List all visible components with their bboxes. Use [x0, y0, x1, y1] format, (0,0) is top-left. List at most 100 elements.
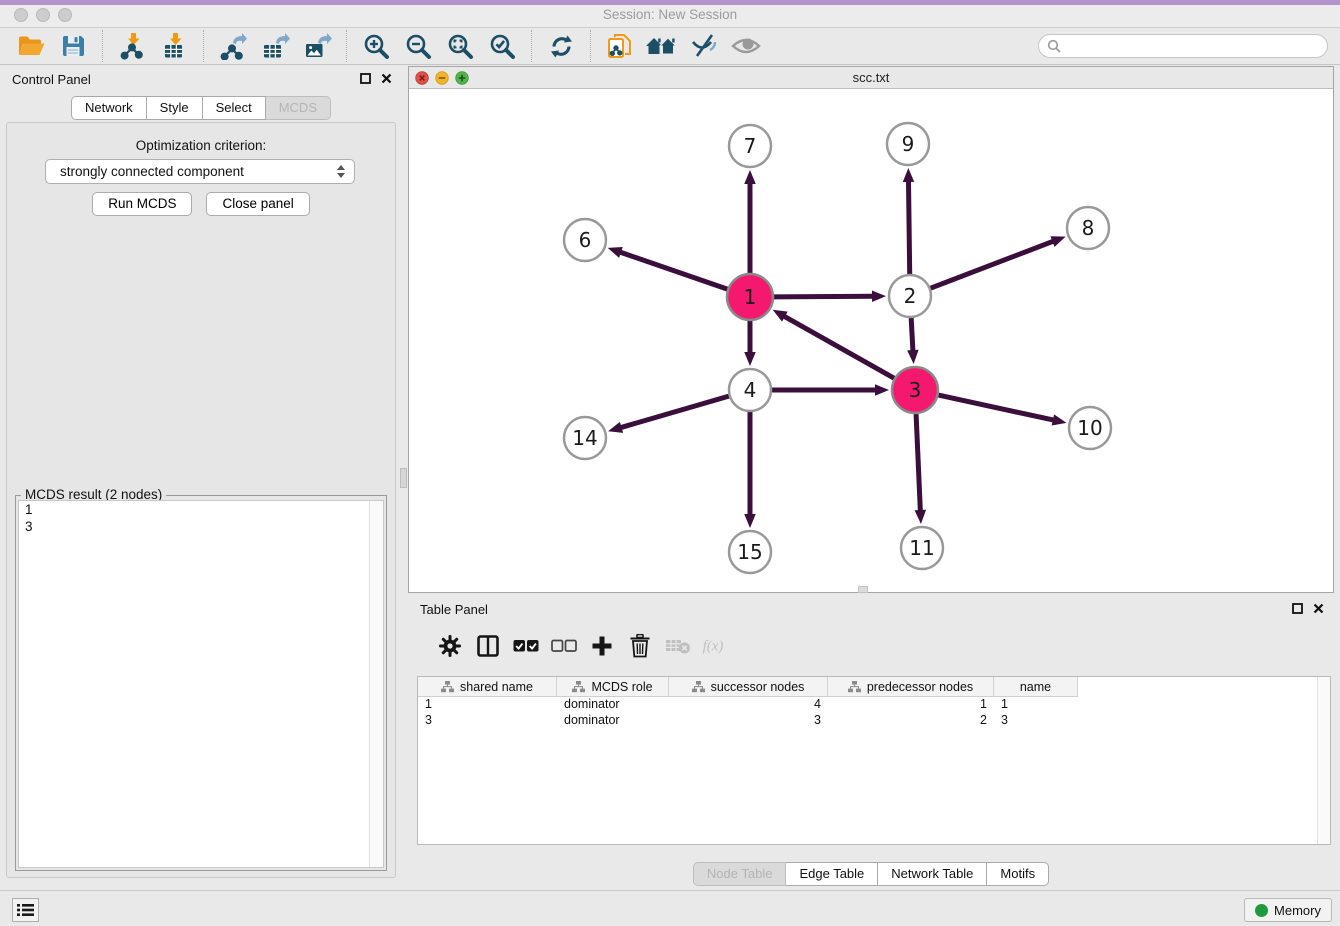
- open-session-icon[interactable]: [14, 30, 48, 62]
- network-window-titlebar[interactable]: scc.txt: [409, 67, 1333, 89]
- graph-node-label: 4: [744, 378, 757, 402]
- graph-node-label: 11: [909, 536, 934, 560]
- export-image-icon[interactable]: [300, 30, 334, 62]
- cb-checked-icon[interactable]: [511, 631, 541, 661]
- node-table[interactable]: shared nameMCDS rolesuccessor nodesprede…: [417, 676, 1331, 845]
- tab-select[interactable]: Select: [203, 96, 266, 120]
- table-row[interactable]: 1dominator411: [418, 697, 1330, 713]
- mcds-result-list[interactable]: 13: [18, 500, 384, 868]
- result-item[interactable]: 1: [19, 501, 383, 518]
- close-panel-icon[interactable]: [381, 73, 392, 84]
- table-cell[interactable]: 1: [994, 697, 1078, 713]
- table-panel: Table Panel f(x) shared nameMCDS rolesuc…: [408, 596, 1334, 888]
- status-bar: Memory: [0, 890, 1340, 926]
- float-panel-icon[interactable]: [360, 73, 371, 84]
- table-toolbar: f(x): [417, 626, 1331, 666]
- tab-network[interactable]: Network: [71, 96, 147, 120]
- run-mcds-button[interactable]: Run MCDS: [92, 192, 192, 216]
- search-input[interactable]: [1066, 39, 1327, 54]
- dropdown-stepper-icon: [336, 164, 346, 179]
- import-table-icon[interactable]: [157, 30, 191, 62]
- close-panel-button[interactable]: Close panel: [206, 192, 309, 216]
- graph-edge-1-2[interactable]: [774, 296, 874, 297]
- search-field[interactable]: [1038, 34, 1328, 58]
- table-float-panel-icon[interactable]: [1292, 603, 1303, 614]
- horizontal-resize-grip[interactable]: [858, 586, 868, 593]
- optimization-criterion-label: Optimization criterion:: [7, 138, 395, 153]
- table-scrollbar[interactable]: [1317, 677, 1330, 844]
- tab-node-table[interactable]: Node Table: [693, 862, 787, 886]
- table-cell[interactable]: 2: [828, 713, 994, 729]
- toolbar-separator: [346, 30, 347, 62]
- edge-arrowhead-icon: [744, 514, 756, 528]
- save-session-icon[interactable]: [56, 30, 90, 62]
- network-window-title: scc.txt: [409, 70, 1333, 85]
- graph-edge-3-10[interactable]: [938, 395, 1054, 420]
- trash-icon[interactable]: [625, 631, 655, 661]
- column-header-MCDS-role[interactable]: MCDS role: [557, 677, 669, 697]
- table-cell[interactable]: dominator: [557, 713, 669, 729]
- memory-label: Memory: [1274, 903, 1321, 918]
- gear-icon[interactable]: [435, 631, 465, 661]
- export-network-icon[interactable]: [216, 30, 250, 62]
- tab-mcds[interactable]: MCDS: [266, 96, 331, 120]
- graph-edge-3-1[interactable]: [783, 316, 894, 379]
- graph-edge-4-14[interactable]: [620, 396, 729, 428]
- edge-arrowhead-icon: [875, 384, 889, 396]
- home-neighborhood-icon[interactable]: [645, 30, 679, 62]
- tab-edge-table[interactable]: Edge Table: [786, 862, 878, 886]
- result-scrollbar[interactable]: [369, 501, 383, 867]
- zoom-fit-icon[interactable]: [443, 30, 477, 62]
- split-divider-grip[interactable]: [400, 468, 407, 488]
- column-header-successor-nodes[interactable]: successor nodes: [669, 677, 828, 697]
- network-canvas[interactable]: 7968124314101511: [409, 89, 1333, 592]
- graph-node-label: 6: [579, 228, 592, 252]
- table-cell[interactable]: dominator: [557, 697, 669, 713]
- column-header-name[interactable]: name: [994, 677, 1078, 697]
- window-title: Session: New Session: [0, 7, 1340, 22]
- table-cell[interactable]: 4: [669, 697, 828, 713]
- edge-arrowhead-icon: [872, 290, 886, 301]
- control-panel-header: Control Panel: [0, 66, 402, 94]
- zoom-out-icon[interactable]: [401, 30, 435, 62]
- refresh-layout-icon[interactable]: [544, 30, 578, 62]
- table-row[interactable]: 3dominator323: [418, 713, 1330, 729]
- tab-style[interactable]: Style: [147, 96, 203, 120]
- table-close-panel-icon[interactable]: [1313, 603, 1324, 614]
- cb-unchecked-icon[interactable]: [549, 631, 579, 661]
- result-item[interactable]: 3: [19, 518, 383, 535]
- column-header-predecessor-nodes[interactable]: predecessor nodes: [828, 677, 994, 697]
- hide-graphics-icon[interactable]: [687, 30, 721, 62]
- graph-edge-2-8[interactable]: [931, 241, 1055, 288]
- graph-edge-3-11[interactable]: [916, 414, 920, 512]
- zoom-in-icon[interactable]: [359, 30, 393, 62]
- task-history-button[interactable]: [12, 898, 39, 922]
- zoom-selected-icon[interactable]: [485, 30, 519, 62]
- graph-edge-2-9[interactable]: [908, 180, 909, 274]
- graph-node-label: 10: [1077, 416, 1102, 440]
- edge-arrowhead-icon: [915, 510, 926, 524]
- graph-node-label: 8: [1082, 216, 1095, 240]
- table-cell[interactable]: 3: [669, 713, 828, 729]
- tab-network-table[interactable]: Network Table: [878, 862, 987, 886]
- column-header-shared-name[interactable]: shared name: [418, 677, 557, 697]
- table-cell[interactable]: 1: [418, 697, 557, 713]
- hierarchy-icon: [692, 681, 705, 693]
- criterion-dropdown[interactable]: strongly connected component: [45, 159, 355, 184]
- memory-status-icon: [1255, 904, 1268, 917]
- plus-icon[interactable]: [587, 631, 617, 661]
- table-cell[interactable]: 1: [828, 697, 994, 713]
- main-toolbar: [0, 27, 1340, 65]
- show-graphics-icon[interactable]: [729, 30, 763, 62]
- table-cell[interactable]: 3: [994, 713, 1078, 729]
- search-icon: [1047, 39, 1061, 53]
- table-cell[interactable]: 3: [418, 713, 557, 729]
- memory-button[interactable]: Memory: [1244, 898, 1332, 922]
- tab-motifs[interactable]: Motifs: [987, 862, 1049, 886]
- import-network-icon[interactable]: [115, 30, 149, 62]
- export-table-icon[interactable]: [258, 30, 292, 62]
- clone-network-icon[interactable]: [603, 30, 637, 62]
- graph-edge-1-6[interactable]: [619, 252, 727, 289]
- columns-icon[interactable]: [473, 631, 503, 661]
- graph-edge-2-3[interactable]: [911, 318, 913, 352]
